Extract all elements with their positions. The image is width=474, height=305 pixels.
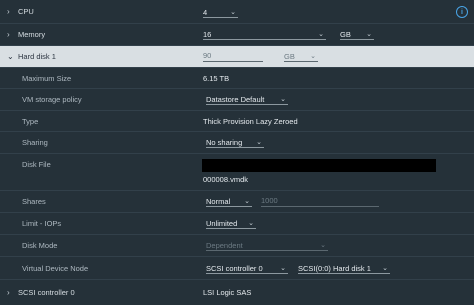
chevron-down-icon: ⌄: [256, 139, 262, 146]
type-row: Type Thick Provision Lazy Zeroed: [0, 111, 474, 132]
chevron-down-icon: ⌄: [248, 220, 254, 227]
chevron-down-icon: ⌄: [382, 265, 388, 272]
hard-disk-row[interactable]: ⌄ Hard disk 1 90 GB ⌄: [0, 46, 474, 68]
shares-value-input[interactable]: 1000: [261, 196, 379, 207]
sharing-select[interactable]: No sharing ⌄: [206, 137, 264, 148]
vdn-slot: SCSI(0:0) Hard disk 1: [298, 263, 371, 273]
disk-file-row: Disk File 000008.vmdk: [0, 154, 474, 191]
cpu-label: CPU: [18, 7, 34, 16]
limit-iops-select[interactable]: Unlimited ⌄: [206, 218, 256, 229]
redacted-path: [202, 159, 436, 172]
chevron-down-icon: ⌄: [280, 265, 286, 272]
disk-file-label: Disk File: [22, 160, 51, 169]
limit-iops-label: Limit - IOPs: [22, 219, 62, 228]
chevron-down-icon: ⌄: [318, 31, 324, 38]
chevron-down-icon: ⌄: [366, 31, 372, 38]
hard-disk-unit-select[interactable]: GB ⌄: [284, 51, 318, 62]
storage-policy-label: VM storage policy: [22, 95, 82, 104]
shares-label: Shares: [22, 197, 46, 206]
memory-unit-select[interactable]: GB ⌄: [340, 29, 374, 40]
disk-mode-select[interactable]: Dependent ⌄: [206, 240, 328, 251]
shares-level-select[interactable]: Normal ⌄: [206, 196, 252, 207]
disk-mode-label: Disk Mode: [22, 241, 58, 250]
chevron-down-icon: ⌄: [320, 242, 326, 249]
chevron-right-icon[interactable]: ›: [7, 288, 10, 297]
cpu-select[interactable]: 4 ⌄: [203, 7, 238, 18]
disk-mode-value: Dependent: [206, 240, 243, 250]
memory-value: 16: [203, 29, 212, 39]
type-value: Thick Provision Lazy Zeroed: [203, 116, 298, 126]
scsi-value: LSI Logic SAS: [203, 288, 252, 297]
sharing-label: Sharing: [22, 138, 48, 147]
memory-label: Memory: [18, 30, 46, 39]
sharing-row: Sharing No sharing ⌄: [0, 132, 474, 154]
disk-mode-row: Disk Mode Dependent ⌄: [0, 235, 474, 257]
type-label: Type: [22, 116, 39, 126]
vdn-label: Virtual Device Node: [22, 263, 89, 273]
disk-file-value: 000008.vmdk: [203, 175, 249, 184]
vdn-slot-select[interactable]: SCSI(0:0) Hard disk 1 ⌄: [298, 263, 390, 274]
hard-disk-label: Hard disk 1: [18, 52, 56, 61]
limit-iops-value: Unlimited: [206, 218, 238, 228]
hard-disk-unit: GB: [284, 51, 295, 61]
vdn-controller: SCSI controller 0: [206, 263, 263, 273]
storage-policy-value: Datastore Default: [206, 94, 265, 104]
chevron-right-icon[interactable]: ›: [7, 30, 10, 39]
hard-disk-size: 90: [203, 51, 212, 60]
memory-unit: GB: [340, 29, 351, 39]
cpu-row: › CPU 4 ⌄ i: [0, 0, 474, 24]
chevron-down-icon: ⌄: [280, 96, 286, 103]
chevron-down-icon[interactable]: ⌄: [7, 52, 14, 61]
max-size-value: 6.15 TB: [203, 73, 230, 83]
scsi-label: SCSI controller 0: [18, 288, 75, 297]
memory-select[interactable]: 16 ⌄: [203, 29, 326, 40]
sharing-value: No sharing: [206, 137, 243, 147]
max-size-row: Maximum Size 6.15 TB: [0, 68, 474, 89]
chevron-down-icon: ⌄: [230, 9, 236, 16]
shares-row: Shares Normal ⌄ 1000: [0, 191, 474, 213]
shares-level: Normal: [206, 196, 231, 206]
shares-value: 1000: [261, 196, 278, 205]
vdn-row: Virtual Device Node SCSI controller 0 ⌄ S…: [0, 257, 474, 280]
storage-policy-select[interactable]: Datastore Default ⌄: [206, 94, 288, 105]
limit-iops-row: Limit - IOPs Unlimited ⌄: [0, 213, 474, 235]
info-icon-glyph: i: [461, 8, 463, 16]
scsi-row: › SCSI controller 0 LSI Logic SAS: [0, 280, 474, 305]
chevron-right-icon[interactable]: ›: [7, 7, 10, 16]
storage-policy-row: VM storage policy Datastore Default ⌄: [0, 89, 474, 111]
max-size-label: Maximum Size: [22, 73, 72, 83]
chevron-down-icon: ⌄: [244, 198, 250, 205]
vdn-controller-select[interactable]: SCSI controller 0 ⌄: [206, 263, 288, 274]
info-icon[interactable]: i: [456, 6, 468, 18]
chevron-down-icon: ⌄: [310, 53, 316, 60]
memory-row: › Memory 16 ⌄ GB ⌄: [0, 24, 474, 46]
hard-disk-size-input[interactable]: 90: [203, 51, 263, 62]
cpu-value: 4: [203, 7, 208, 17]
